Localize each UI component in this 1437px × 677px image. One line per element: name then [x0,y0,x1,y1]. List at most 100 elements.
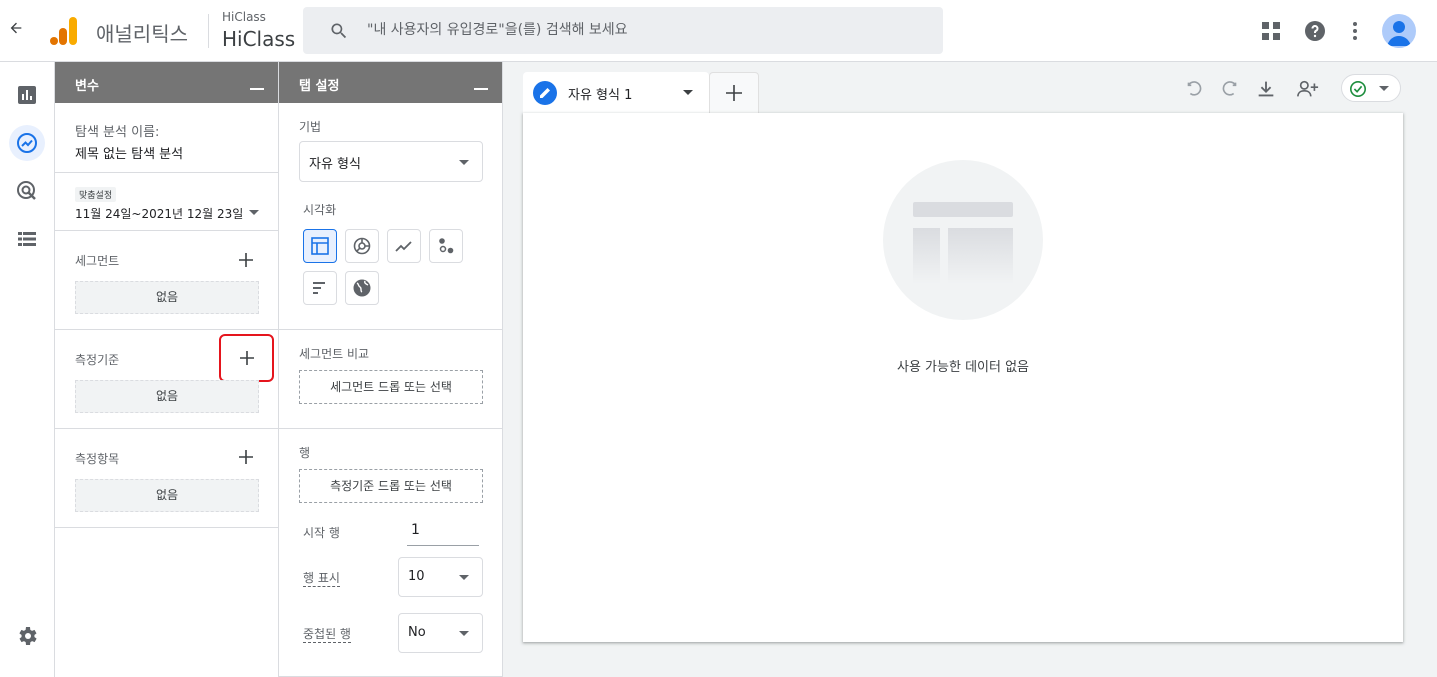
technique-label: 기법 [299,120,322,134]
explore-icon[interactable] [15,131,39,155]
tab-settings-title: 탭 설정 [299,79,340,94]
start-row-input[interactable]: 1 [407,522,479,546]
table-icon [311,237,329,255]
nested-rows-value: No [408,625,426,640]
empty-state-illustration [883,160,1043,320]
edit-pencil-icon[interactable] [533,81,557,105]
exploration-name-value[interactable]: 제목 없는 탐색 분석 [75,143,183,162]
redo-icon[interactable] [1219,78,1241,100]
segments-section: 세그먼트 없음 [55,231,278,330]
start-row-label: 시작 행 [303,526,340,540]
segment-compare-section: 세그먼트 비교 세그먼트 드롭 또는 선택 [279,330,502,429]
show-rows-label: 행 표시 [303,571,340,587]
show-rows-value: 10 [408,569,425,584]
segment-compare-label: 세그먼트 비교 [299,347,370,361]
nested-rows-dropdown-icon [459,631,469,636]
viz-scatter-button[interactable] [429,229,463,263]
donut-chart-icon [353,237,371,255]
avatar[interactable] [1382,14,1416,48]
exploration-canvas: 사용 가능한 데이터 없음 [523,113,1403,642]
viz-line-button[interactable] [387,229,421,263]
dimensions-label: 측정기준 [75,353,120,367]
settings-gear-icon[interactable] [15,624,39,648]
exploration-name-section: 탐색 분석 이름: 제목 없는 탐색 분석 [55,103,278,173]
back-arrow-icon[interactable] [6,20,26,42]
share-person-add-icon[interactable] [1295,78,1321,100]
top-bar: 애널리틱스 HiClass HiClass [0,0,1437,62]
apps-grid-icon[interactable] [1259,19,1283,43]
bar-chart-icon [313,282,325,294]
viz-donut-button[interactable] [345,229,379,263]
app-name: 애널리틱스 [96,22,188,46]
add-dimension-highlight [219,334,274,382]
show-rows-dropdown-icon [459,575,469,580]
rows-dropzone[interactable]: 측정기준 드롭 또는 선택 [299,469,483,503]
add-metric-icon[interactable] [236,447,256,467]
metrics-label: 측정항목 [75,452,120,466]
show-rows-select[interactable]: 10 [398,557,483,597]
metrics-empty: 없음 [75,479,259,512]
technique-section: 기법 자유 형식 시각화 [279,103,502,330]
minimize-variables-icon[interactable] [250,88,264,90]
search-input[interactable] [367,17,927,43]
empty-state-message: 사용 가능한 데이터 없음 [897,360,1029,375]
metrics-section: 측정항목 없음 [55,429,278,528]
visualization-label: 시각화 [303,203,337,217]
more-vert-icon[interactable] [1343,19,1367,43]
status-dropdown[interactable] [1341,74,1401,102]
reports-icon[interactable] [15,83,39,107]
add-tab-button[interactable] [709,72,759,113]
technique-select[interactable]: 자유 형식 [299,141,483,182]
canvas-area: 자유 형식 1 사용 가능한 데이터 없음 [503,62,1437,677]
configure-list-icon[interactable] [15,227,39,251]
date-dropdown-icon [249,210,260,215]
download-icon[interactable] [1255,78,1277,100]
viz-bar-button[interactable] [303,271,337,305]
variables-panel: 변수 탐색 분석 이름: 제목 없는 탐색 분석 맞춤설정 11월 24일~20… [55,62,279,677]
left-navigation [0,62,55,677]
advertising-icon[interactable] [15,179,39,203]
property-name[interactable]: HiClass [222,27,295,51]
viz-geo-button[interactable] [345,271,379,305]
globe-icon [353,279,371,297]
undo-icon[interactable] [1183,78,1205,100]
segments-label: 세그먼트 [75,254,120,268]
rows-section: 행 측정기준 드롭 또는 선택 시작 행 1 행 표시 10 중첩된 행 No [279,429,502,677]
tab-freeform-1[interactable]: 자유 형식 1 [523,72,709,113]
scatter-plot-icon [439,238,454,254]
date-range-section: 맞춤설정 11월 24일~2021년 12월 23일 [55,173,278,231]
minimize-tab-settings-icon[interactable] [474,88,488,90]
analytics-logo-icon [49,16,79,46]
segment-compare-dropzone[interactable]: 세그먼트 드롭 또는 선택 [299,370,483,404]
tab-settings-panel: 탭 설정 기법 자유 형식 시각화 세그먼트 비교 세그먼트 드롭 또는 선택 [279,62,503,677]
date-range-value: 11월 24일~2021년 12월 23일 [75,207,244,221]
nested-rows-label: 중첩된 행 [303,627,351,643]
status-dropdown-icon [1379,86,1389,91]
empty-table-icon [913,202,1013,284]
header-divider [208,14,209,48]
check-circle-icon [1349,80,1367,98]
tab-settings-header: 탭 설정 [279,62,502,103]
account-name-small[interactable]: HiClass [222,10,266,24]
technique-dropdown-icon [459,160,469,165]
date-range-picker[interactable]: 11월 24일~2021년 12월 23일 [75,205,260,222]
nested-rows-select[interactable]: No [398,613,483,653]
variables-panel-title: 변수 [75,79,99,94]
search-icon [331,23,347,39]
variables-panel-header: 변수 [55,62,278,103]
segments-empty: 없음 [75,281,259,314]
date-custom-badge: 맞춤설정 [75,187,117,202]
add-icon [726,85,742,101]
exploration-name-label: 탐색 분석 이름: [75,125,160,140]
search-bar[interactable] [303,7,943,54]
tab-dropdown-icon[interactable] [683,90,693,95]
line-chart-icon [395,241,412,252]
dimensions-empty: 없음 [75,380,259,413]
tab-label: 자유 형식 1 [568,88,633,103]
add-segment-icon[interactable] [236,250,256,270]
help-icon[interactable] [1303,19,1327,43]
technique-value: 자유 형식 [309,157,361,172]
viz-table-button[interactable] [303,229,337,263]
dimensions-section: 측정기준 없음 [55,330,278,429]
rows-label: 행 [299,446,311,460]
